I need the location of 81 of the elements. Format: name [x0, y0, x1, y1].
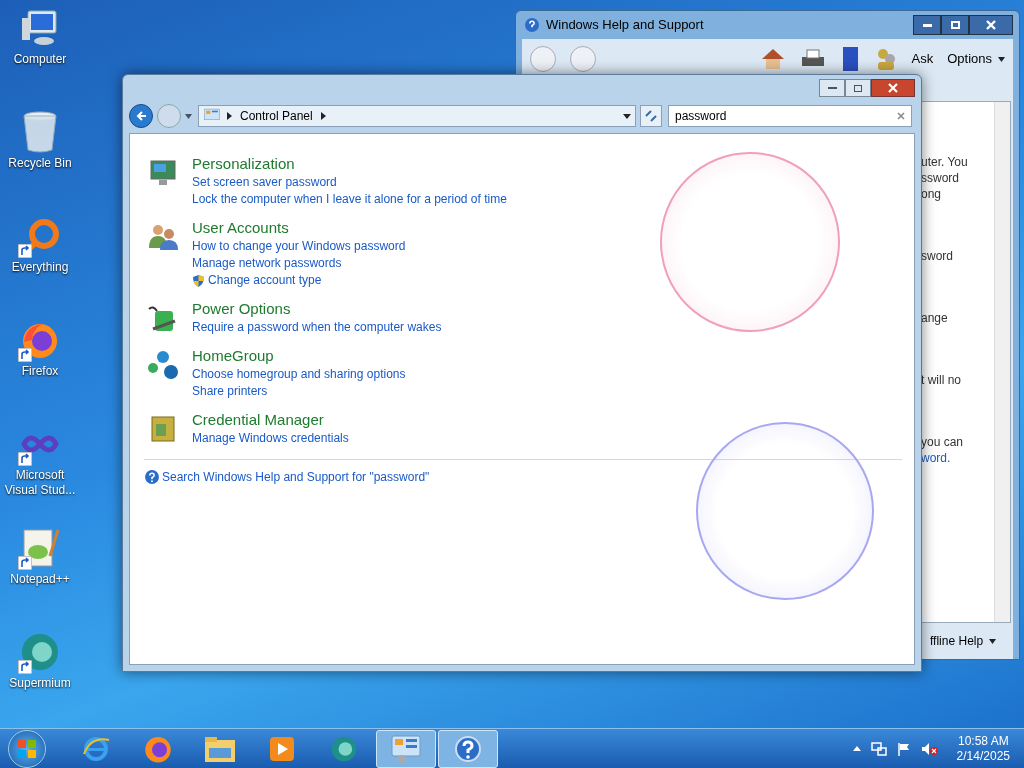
ask-button[interactable]: Ask — [911, 49, 934, 69]
minimize-button[interactable] — [819, 79, 845, 97]
help-text: ong — [921, 186, 943, 202]
close-button[interactable] — [969, 15, 1013, 35]
task-link[interactable]: Manage network passwords — [192, 255, 342, 272]
clear-icon[interactable] — [897, 112, 905, 120]
help-text: ange — [921, 310, 949, 326]
task-link[interactable]: Set screen saver password — [192, 174, 337, 191]
control-panel-icon — [390, 733, 422, 764]
start-button[interactable] — [8, 729, 46, 768]
help-text: sword — [921, 248, 954, 264]
caret-up-icon[interactable] — [852, 746, 861, 751]
help-text: ssword — [921, 170, 960, 186]
help-icon — [144, 469, 160, 485]
shortcut-arrow-icon — [18, 452, 32, 466]
minimize-button[interactable] — [913, 15, 941, 35]
shortcut-arrow-icon — [18, 348, 32, 362]
close-icon — [986, 20, 996, 30]
shortcut-arrow-icon — [18, 244, 32, 258]
category-link[interactable]: HomeGroup — [192, 346, 406, 366]
flag-icon[interactable] — [896, 741, 911, 756]
monitor-icon — [148, 158, 178, 188]
shortcut-arrow-icon — [18, 556, 32, 570]
task-link[interactable]: Change account type — [208, 272, 322, 289]
help-icon — [524, 17, 540, 33]
task-link[interactable]: Lock the computer when I leave it alone for a period of time — [192, 191, 507, 208]
help-text: you can — [921, 434, 965, 450]
help-search-link[interactable]: Search Windows Help and Support for "password" — [162, 468, 430, 486]
caret-icon — [998, 56, 1005, 62]
desktop-icon-label[interactable]: Computer — [13, 52, 67, 67]
network-icon[interactable] — [870, 741, 887, 756]
help-link[interactable]: word. — [921, 450, 994, 466]
scrollbar[interactable] — [994, 102, 1010, 622]
clock-time[interactable]: 10:58 AM — [957, 733, 1009, 749]
desktop-icon-label[interactable]: Recycle Bin — [8, 156, 72, 171]
task-link[interactable]: Manage Windows credentials — [192, 430, 349, 447]
desktop-icon-label[interactable]: Everything — [11, 260, 69, 275]
close-icon — [888, 83, 898, 93]
close-button[interactable] — [871, 79, 915, 97]
search-field[interactable]: password — [668, 105, 912, 127]
window-title: Windows Help and Support — [546, 16, 704, 35]
chevron-right-icon[interactable] — [320, 112, 326, 120]
refresh-icon — [644, 110, 658, 122]
maximize-button[interactable] — [941, 15, 969, 35]
muted-speaker-icon[interactable] — [920, 741, 939, 756]
task-link[interactable]: Share printers — [192, 383, 268, 400]
category-link[interactable]: User Accounts — [192, 218, 406, 238]
help-text: uter. You — [921, 154, 969, 170]
chevron-right-icon[interactable] — [227, 112, 232, 120]
help-icon — [453, 733, 483, 764]
windows-logo-icon — [17, 738, 37, 759]
maximize-button[interactable] — [845, 79, 871, 97]
task-link[interactable]: How to change your Windows password — [192, 238, 406, 255]
notepad-icon — [20, 526, 60, 570]
computer-icon — [20, 8, 60, 48]
shield-icon — [192, 273, 205, 288]
task-link[interactable]: Require a password when the computer wakes — [192, 319, 442, 336]
shortcut-arrow-icon — [18, 660, 32, 674]
options-button[interactable]: Options — [947, 49, 1005, 69]
caret-icon — [989, 638, 997, 644]
vault-icon — [149, 414, 177, 444]
category-link[interactable]: Credential Manager — [192, 410, 349, 430]
taskbar-button[interactable] — [376, 729, 436, 768]
users-icon — [147, 222, 179, 250]
address-bar[interactable]: Control Panel — [198, 105, 636, 127]
desktop-icon-label[interactable]: Microsoft Visual Stud... — [0, 468, 80, 498]
refresh-button[interactable] — [640, 105, 662, 127]
desktop-icon-label[interactable]: Firefox — [21, 364, 59, 379]
network-spheres-icon — [147, 350, 179, 380]
offline-help-button[interactable]: ffline Help — [930, 632, 997, 650]
recycle-bin-icon — [20, 110, 60, 154]
back-arrow-icon — [135, 110, 147, 122]
category-link[interactable]: Personalization — [192, 154, 507, 174]
play-icon — [268, 734, 296, 763]
caret-icon[interactable] — [623, 113, 631, 119]
breadcrumb-item[interactable]: Control Panel — [240, 107, 313, 125]
task-link[interactable]: Choose homegroup and sharing options — [192, 366, 406, 383]
taskbar-button[interactable] — [438, 729, 498, 768]
back-button[interactable] — [129, 104, 153, 128]
category-link[interactable]: Power Options — [192, 299, 442, 319]
clock-date[interactable]: 2/14/2025 — [956, 748, 1010, 764]
